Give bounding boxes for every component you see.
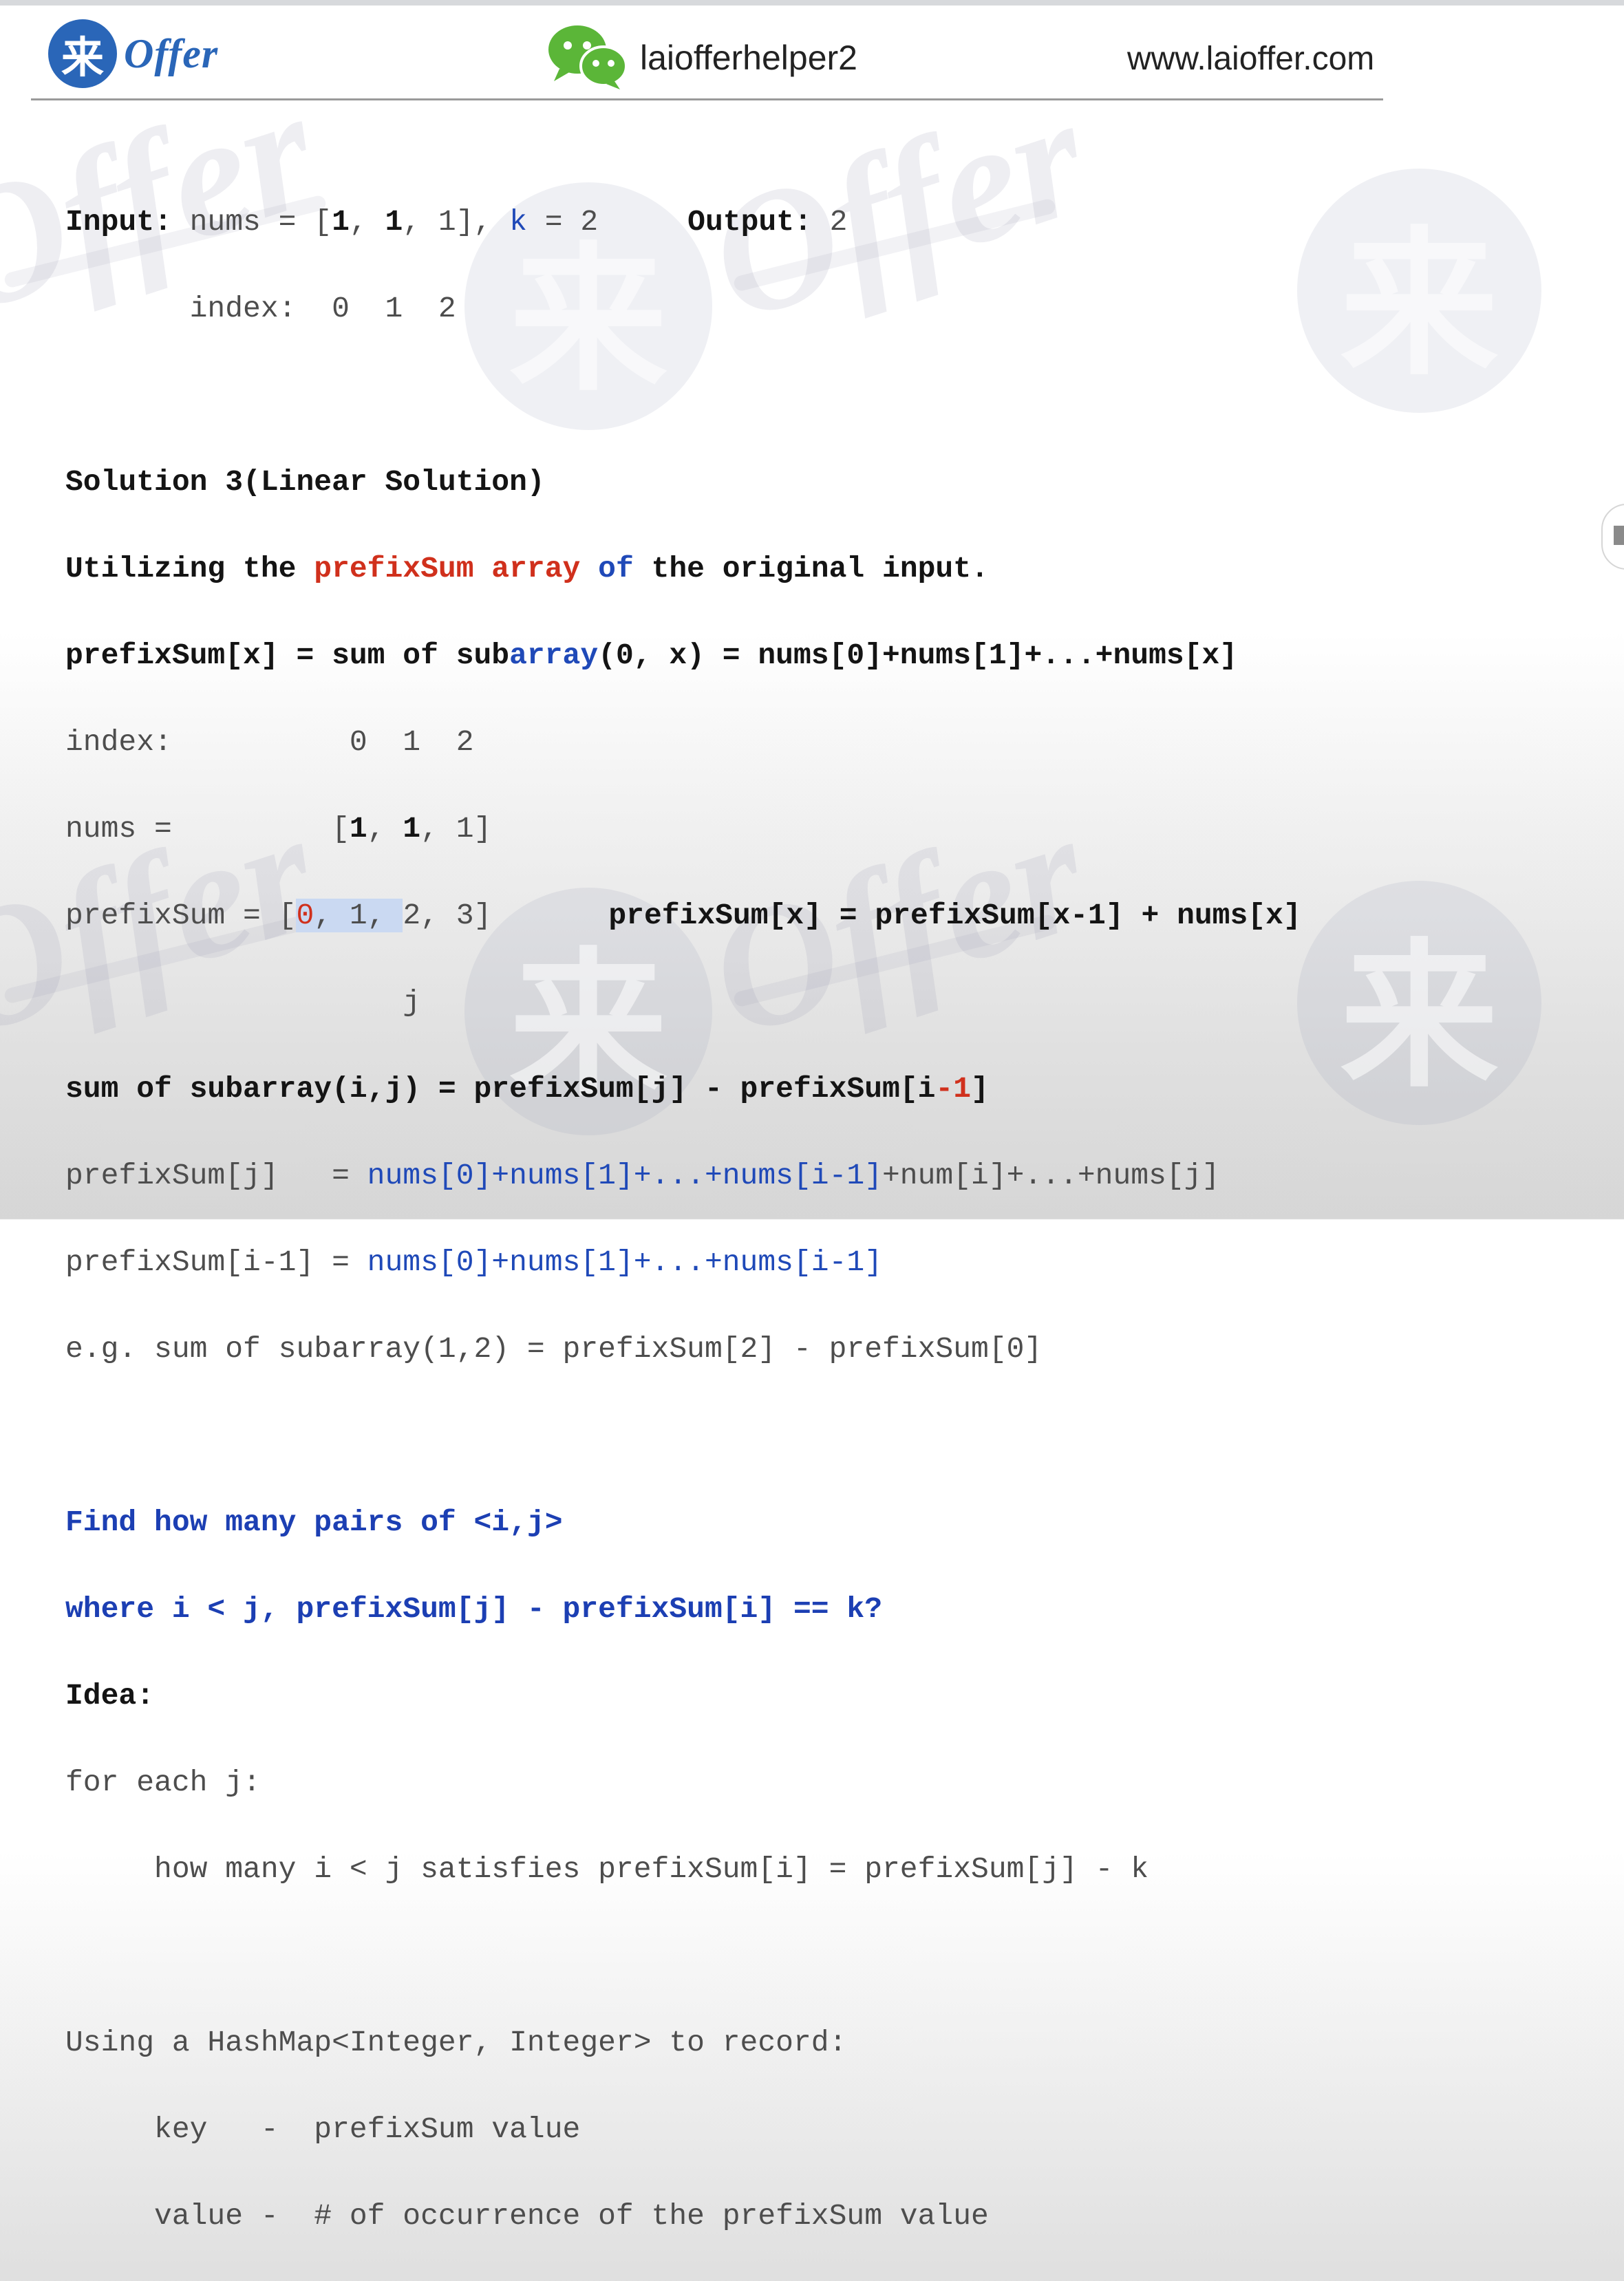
subarray-sum-line: sum of subarray(i,j) = prefixSum[j] - pr… bbox=[65, 1067, 1301, 1111]
key-line: key - prefixSum value bbox=[65, 2112, 581, 2146]
idea-label: Idea: bbox=[65, 1679, 155, 1713]
top-edge-bar bbox=[0, 0, 1624, 6]
index-line-1: index: 0 1 2 bbox=[65, 292, 456, 325]
input-line: Input: nums = [1, 1, 1], k = 2 Output: 2 bbox=[65, 200, 1301, 244]
text: (0, x) = nums[0]+nums[1]+...+nums[x] bbox=[598, 639, 1238, 672]
selected-value: 0 bbox=[296, 899, 314, 932]
header-divider bbox=[31, 98, 1383, 100]
logo-badge: 来 bbox=[48, 19, 117, 88]
question-line-2: where i < j, prefixSum[j] - prefixSum[i]… bbox=[65, 1592, 882, 1626]
input-text: , 1], bbox=[403, 205, 510, 239]
output-label: Output: bbox=[687, 205, 812, 239]
highlight-text: -1 bbox=[935, 1072, 972, 1106]
text: ] bbox=[971, 1072, 989, 1106]
laioffer-logo: 来 Offer bbox=[48, 18, 218, 89]
input-text: nums = [ bbox=[171, 205, 332, 239]
wechat-handle: laiofferhelper2 bbox=[640, 39, 857, 77]
hashmap-line: Using a HashMap<Integer, Integer> to rec… bbox=[65, 2026, 847, 2059]
output-value: 2 bbox=[811, 205, 848, 239]
text: Utilizing the bbox=[65, 552, 314, 586]
for-each-line: for each j: bbox=[65, 1766, 261, 1799]
j-marker: j bbox=[65, 985, 421, 1019]
text: prefixSum[j] = bbox=[65, 1159, 367, 1192]
value-line: value - # of occurrence of the prefixSum… bbox=[65, 2199, 989, 2233]
text: array bbox=[509, 639, 599, 672]
prefixsum-i-line: prefixSum[i-1] = nums[0]+nums[1]+...+num… bbox=[65, 1241, 1301, 1284]
text: prefixSum[x] = sum of sub bbox=[65, 639, 510, 672]
website-url: www.laioffer.com bbox=[1127, 41, 1375, 77]
how-many-line: how many i < j satisfies prefixSum[i] = … bbox=[65, 1852, 1149, 1886]
input-label: Input: bbox=[65, 205, 172, 239]
text: , bbox=[367, 812, 403, 846]
side-panel-handle-icon bbox=[1614, 526, 1624, 545]
example-line: e.g. sum of subarray(1,2) = prefixSum[2]… bbox=[65, 1332, 1043, 1366]
logo-wordmark: Offer bbox=[124, 30, 219, 76]
text: , 1] bbox=[420, 812, 492, 846]
value: 1 bbox=[349, 812, 367, 846]
highlight-text: nums[0]+nums[1]+...+nums[i-1] bbox=[367, 1245, 882, 1279]
text: nums = [ bbox=[65, 812, 350, 846]
text: prefixSum[i-1] = bbox=[65, 1245, 367, 1279]
watermark-logo: 来 bbox=[1297, 881, 1541, 1125]
input-k: k bbox=[509, 205, 527, 239]
prefixsum-line: prefixSum = [0, 1, 2, 3] prefixSum[x] = p… bbox=[65, 894, 1301, 937]
watermark-logo: 来 bbox=[1297, 169, 1541, 413]
prefixsum-formula: prefixSum[x] = prefixSum[x-1] + nums[x] bbox=[608, 899, 1301, 932]
question-line-1: Find how many pairs of <i,j> bbox=[65, 1506, 563, 1539]
highlight-text: nums[0]+nums[1]+...+nums[i-1] bbox=[367, 1159, 882, 1192]
input-value: 1 bbox=[332, 205, 350, 239]
text: 2, 3] bbox=[403, 899, 492, 932]
index-line-2: index: 0 1 2 bbox=[65, 725, 474, 759]
utilizing-line: Utilizing the prefixSum array of the ori… bbox=[65, 547, 1301, 590]
definition-line: prefixSum[x] = sum of subarray(0, x) = n… bbox=[65, 634, 1301, 677]
text: prefixSum = [ bbox=[65, 899, 297, 932]
text: +num[i]+...+nums[j] bbox=[882, 1159, 1220, 1192]
solution-title: Solution 3(Linear Solution) bbox=[65, 465, 545, 499]
prefixsum-j-line: prefixSum[j] = nums[0]+nums[1]+...+nums[… bbox=[65, 1154, 1301, 1197]
text: of bbox=[580, 552, 634, 586]
value: 1 bbox=[403, 812, 421, 846]
highlight-text: prefixSum array bbox=[314, 552, 581, 586]
nums-line: nums = [1, 1, 1] bbox=[65, 807, 1301, 850]
input-text: = 2 bbox=[526, 205, 599, 239]
input-text: , bbox=[349, 205, 385, 239]
input-value: 1 bbox=[385, 205, 403, 239]
wechat-icon bbox=[548, 25, 627, 89]
text: sum of subarray(i,j) = prefixSum[j] - pr… bbox=[65, 1072, 936, 1106]
selected-text: , 1, bbox=[314, 899, 403, 932]
text: the original input. bbox=[633, 552, 989, 586]
